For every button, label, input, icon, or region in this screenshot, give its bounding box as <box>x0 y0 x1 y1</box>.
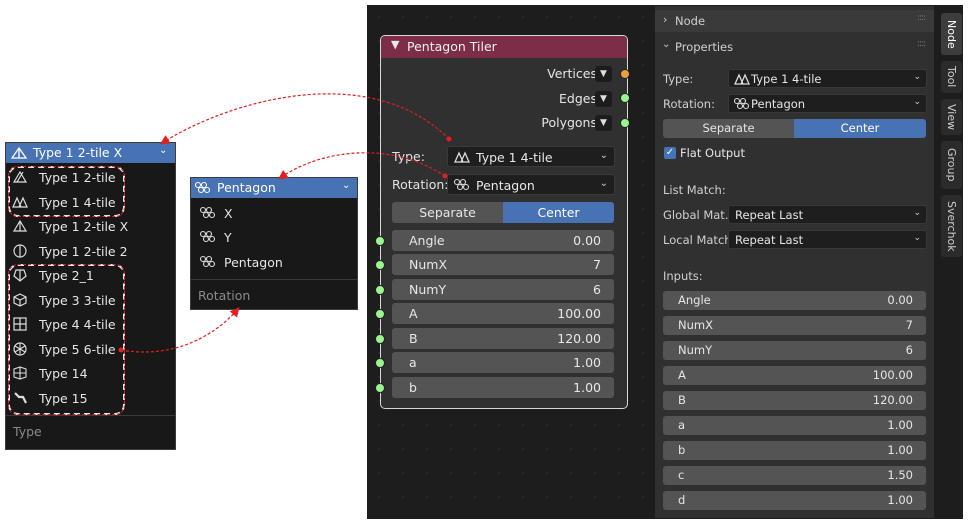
annotation-arrows <box>118 93 452 353</box>
